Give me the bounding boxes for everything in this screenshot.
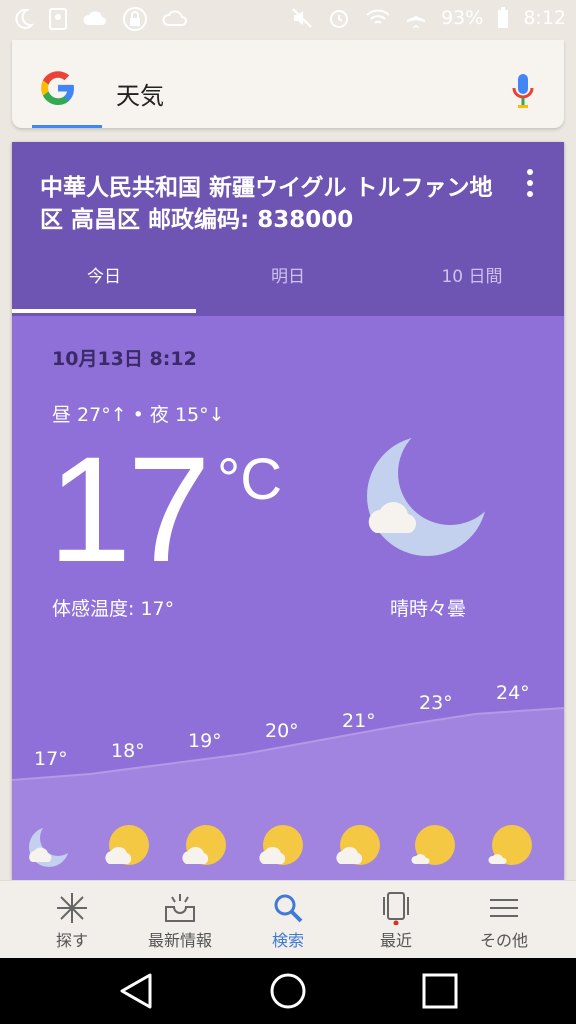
sun-cloud-icon bbox=[182, 825, 226, 865]
hour-temp: 21° bbox=[342, 710, 376, 732]
home-icon[interactable] bbox=[269, 972, 307, 1010]
nav-label: その他 bbox=[479, 931, 528, 950]
weather-card-header: 中華人民共和国 新疆ウイグル トルファン地区 高昌区 邮政编码: 838000 … bbox=[12, 142, 564, 316]
hourly-forecast[interactable]: 17° 18° 19° 20° 21° 23° 24° bbox=[12, 656, 564, 880]
system-indicators: 93% 8:12 bbox=[291, 6, 566, 30]
nav-recent[interactable]: 最近 bbox=[341, 887, 451, 957]
moon-cloud-icon bbox=[367, 436, 487, 556]
observation-datetime: 10月13日 8:12 bbox=[52, 348, 197, 370]
bottom-navigation: 探す 最新情報 検索 最近 その他 bbox=[0, 880, 576, 959]
weather-card: 中華人民共和国 新疆ウイグル トルファン地区 高昌区 邮政编码: 838000 … bbox=[12, 142, 564, 880]
system-navigation-bar bbox=[0, 958, 576, 1024]
clock: 8:12 bbox=[523, 7, 566, 29]
sun-cloud-icon bbox=[336, 825, 380, 865]
google-logo-icon[interactable] bbox=[38, 68, 78, 108]
cloud-icon bbox=[83, 11, 106, 25]
hour-temp: 20° bbox=[265, 720, 299, 742]
nav-updates[interactable]: 最新情報 bbox=[125, 887, 235, 957]
sun-cloud-icon bbox=[259, 825, 303, 865]
notification-icons bbox=[14, 6, 188, 32]
tab-10-days[interactable]: 10 日間 bbox=[380, 252, 564, 316]
cloud-sync-icon bbox=[162, 10, 187, 26]
active-tab-indicator bbox=[12, 309, 196, 313]
hour-temp: 18° bbox=[111, 740, 145, 762]
search-bar[interactable]: 天気 bbox=[12, 40, 564, 128]
nav-more[interactable]: その他 bbox=[449, 887, 559, 957]
sun-small-cloud-icon bbox=[411, 825, 455, 865]
status-bar: 93% 8:12 bbox=[0, 0, 576, 38]
nav-label: 検索 bbox=[271, 931, 304, 950]
discover-icon bbox=[57, 893, 87, 923]
moon-icon bbox=[15, 8, 34, 29]
menu-icon bbox=[490, 899, 518, 917]
airplane-icon bbox=[407, 8, 426, 28]
feels-like: 体感温度: 17° bbox=[52, 598, 175, 620]
tab-tomorrow[interactable]: 明日 bbox=[196, 252, 380, 316]
recent-icon bbox=[383, 892, 409, 925]
location-title: 中華人民共和国 新疆ウイグル トルファン地区 高昌区 邮政编码: 838000 bbox=[40, 175, 493, 233]
nav-label: 最近 bbox=[379, 931, 412, 950]
hour-temp: 24° bbox=[496, 682, 530, 704]
hour-temp: 17° bbox=[34, 748, 68, 770]
battery-icon bbox=[498, 7, 509, 28]
search-icon bbox=[274, 894, 303, 923]
sun-cloud-icon bbox=[105, 825, 149, 865]
sun-small-cloud-icon bbox=[488, 825, 532, 865]
hour-temp: 23° bbox=[419, 692, 453, 714]
moon-cloud-icon bbox=[29, 827, 69, 867]
search-tab-indicator bbox=[32, 125, 102, 128]
weather-current: 10月13日 8:12 昼 27°↑ • 夜 15°↓ 17 °C 体感温度: … bbox=[12, 316, 564, 880]
updates-icon bbox=[165, 894, 195, 922]
wifi-icon bbox=[366, 9, 390, 24]
lock-icon bbox=[123, 7, 147, 31]
nav-search[interactable]: 検索 bbox=[233, 887, 343, 957]
hour-temp: 19° bbox=[188, 730, 222, 752]
weather-condition: 晴時々曇 bbox=[390, 598, 467, 620]
more-options-icon[interactable] bbox=[526, 168, 534, 198]
nav-label: 探す bbox=[55, 931, 88, 950]
high-low-temperature: 昼 27°↑ • 夜 15°↓ bbox=[52, 404, 225, 426]
temperature-unit: °C bbox=[217, 447, 283, 512]
alarm-icon bbox=[330, 10, 349, 28]
back-icon[interactable] bbox=[118, 972, 154, 1010]
tab-today[interactable]: 今日 bbox=[12, 252, 196, 316]
battery-percent: 93% bbox=[441, 7, 484, 29]
nav-label: 最新情報 bbox=[147, 931, 212, 950]
current-temperature: 17 bbox=[48, 425, 211, 593]
search-query[interactable]: 天気 bbox=[116, 76, 164, 111]
microphone-icon[interactable] bbox=[512, 72, 534, 110]
forecast-tabs: 今日 明日 10 日間 bbox=[12, 252, 564, 316]
nav-discover[interactable]: 探す bbox=[17, 887, 127, 957]
recents-icon[interactable] bbox=[422, 973, 458, 1009]
contact-card-icon bbox=[49, 8, 67, 30]
mute-icon bbox=[292, 8, 312, 28]
